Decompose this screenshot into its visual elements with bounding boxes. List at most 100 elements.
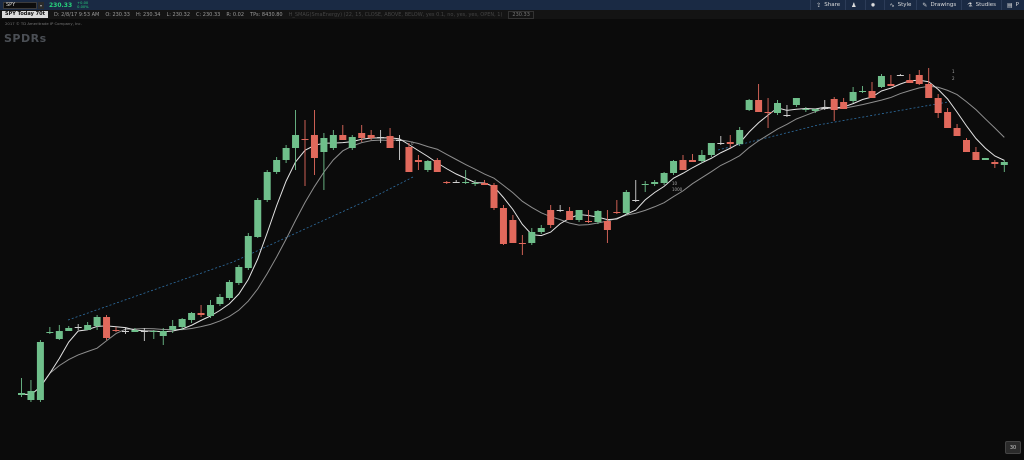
candle-body <box>282 148 290 160</box>
candle-body <box>93 317 101 326</box>
drawings-button[interactable]: ✎ Drawings <box>916 0 961 10</box>
pencil-icon: ✎ <box>922 1 928 9</box>
settings-button[interactable]: ✹ <box>864 0 884 10</box>
candle-body <box>1000 162 1008 165</box>
study-label[interactable]: H_SMAG(SmaEnergy) (22, 15, CLOSE, ABOVE,… <box>289 12 503 18</box>
candle-body <box>868 91 876 98</box>
candle-body <box>27 391 35 400</box>
candle-body <box>140 331 148 332</box>
candle-body <box>320 138 328 152</box>
price-change-percent: 0.00% <box>77 5 89 9</box>
candle-body <box>84 325 92 330</box>
candle-body <box>906 80 914 83</box>
symbol-input[interactable]: SPY <box>3 1 37 9</box>
candle-body <box>329 135 337 148</box>
symbol-dropdown-icon[interactable]: ▾ <box>38 1 44 9</box>
style-icon: ∿ <box>889 1 895 9</box>
candle-body <box>736 130 744 144</box>
candle-body <box>36 342 44 400</box>
candle-body <box>792 98 800 105</box>
candle-body <box>670 161 678 173</box>
candle-body <box>603 221 611 230</box>
candle-body <box>849 92 857 101</box>
bar-date: D: 2/8/17 9:53 AM <box>53 11 100 18</box>
price-chart[interactable]: 0 1 2 101000 <box>0 19 1024 460</box>
candle-body <box>405 147 413 172</box>
candle-body <box>622 192 630 213</box>
candle-body <box>131 330 139 332</box>
candle-body <box>707 143 715 155</box>
chart-annotation-label: 1000 <box>672 187 683 192</box>
candle-body <box>339 135 347 140</box>
user-icon: ♟ <box>851 1 857 9</box>
candle-body <box>55 331 63 339</box>
bar-high: H: 230.34 <box>135 11 161 18</box>
candle-body <box>556 210 564 211</box>
candle-body <box>490 185 498 208</box>
candle-body <box>103 317 111 338</box>
candle-body <box>348 137 356 148</box>
studies-icon: ⚗ <box>967 1 973 9</box>
candle-body <box>112 330 120 331</box>
candle-body <box>310 135 318 158</box>
candle-body <box>499 208 507 244</box>
candle-body <box>244 236 252 268</box>
candle-body <box>972 152 980 160</box>
share-icon: ⇪ <box>816 1 822 9</box>
candle-body <box>726 142 734 144</box>
top-toolbar: SPY ▾ 230.33 +0.00 0.00% ⇪ Share ♟ ✹ ∿ Sty… <box>0 0 1024 10</box>
candle-body <box>377 137 385 138</box>
candle-body <box>528 232 536 243</box>
candle-body <box>774 103 781 113</box>
candle-body <box>292 135 300 148</box>
bar-tps: TPs: 8430.80 <box>250 11 283 18</box>
candle-body <box>509 220 517 243</box>
candle-body <box>877 76 885 87</box>
candle-body <box>46 332 54 333</box>
candle-body <box>216 297 224 304</box>
candle-body <box>859 91 867 92</box>
candle-body <box>424 161 432 170</box>
zoom-button[interactable]: 30 <box>1005 441 1021 454</box>
share-button[interactable]: ⇪ Share <box>810 0 845 10</box>
candle-body <box>585 221 592 222</box>
candle-body <box>840 102 848 109</box>
candle-body <box>821 108 829 109</box>
candle-body <box>452 182 460 183</box>
drawings-label: Drawings <box>930 2 957 8</box>
candle-body <box>613 212 621 213</box>
panel-label: P <box>1015 2 1019 8</box>
user-button[interactable]: ♟ <box>845 0 864 10</box>
candle-body <box>783 115 791 116</box>
last-value-badge: 230.33 <box>508 10 534 19</box>
candle-body <box>755 100 763 112</box>
candle-body <box>358 133 366 138</box>
candle-body <box>547 210 555 225</box>
studies-button[interactable]: ⚗ Studies <box>961 0 1001 10</box>
candle-body <box>386 136 394 148</box>
candle-body <box>74 327 82 328</box>
candle-body <box>802 109 810 110</box>
candle-body <box>481 183 489 185</box>
candle-body <box>121 331 129 332</box>
candle-body <box>225 282 233 298</box>
candle-body <box>273 160 281 172</box>
candle-body <box>178 319 186 327</box>
candle-body <box>188 313 196 320</box>
candle-body <box>698 155 706 161</box>
candle-body <box>414 160 422 162</box>
candle-body <box>443 182 451 183</box>
panel-button[interactable]: ▤ P <box>1001 0 1024 10</box>
style-button[interactable]: ∿ Style <box>883 0 917 10</box>
candle-body <box>471 183 479 184</box>
candle-body <box>660 173 668 183</box>
chart-title[interactable]: SPY Today 70t <box>2 11 48 18</box>
style-label: Style <box>897 2 912 8</box>
candle-body <box>150 331 158 332</box>
gear-icon: ✹ <box>870 1 876 9</box>
candle-body <box>925 84 933 98</box>
candle-body <box>896 75 904 76</box>
candle-body <box>367 135 375 138</box>
candle-body <box>915 75 923 84</box>
candle-body <box>944 112 952 128</box>
